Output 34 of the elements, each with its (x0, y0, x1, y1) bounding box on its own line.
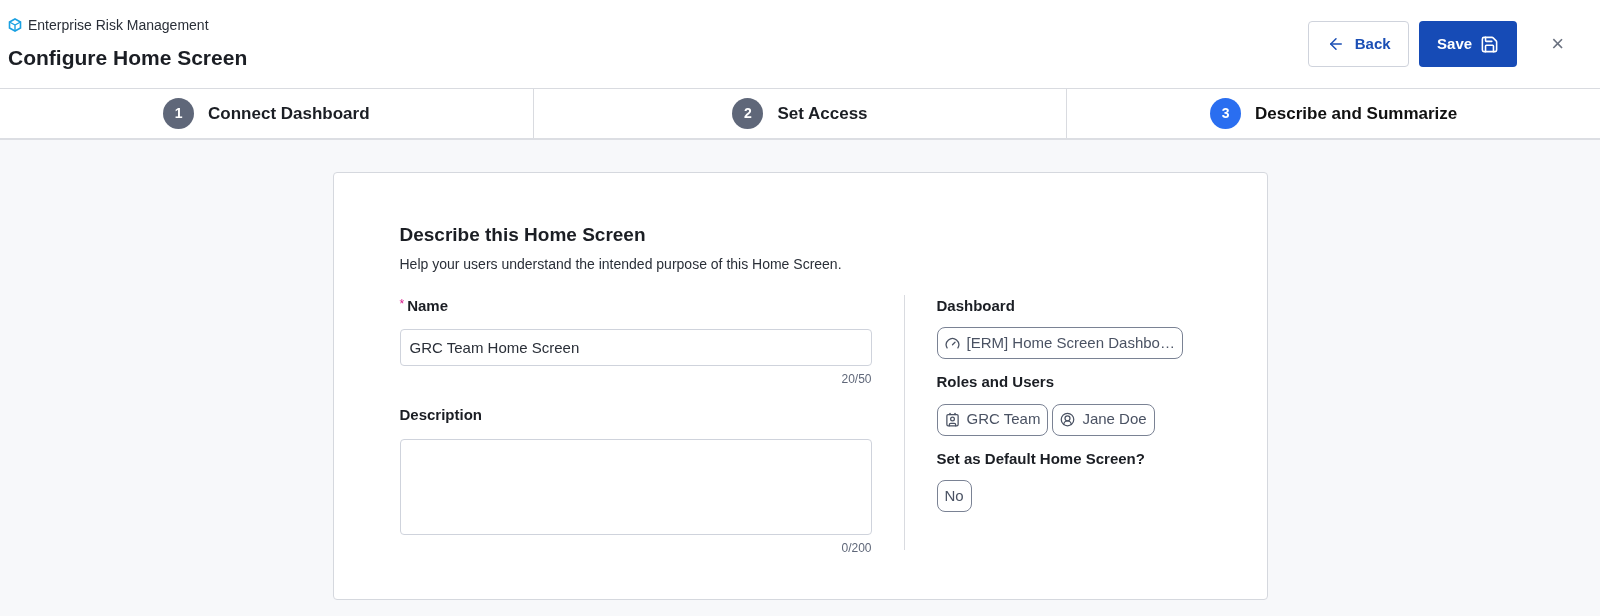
form-heading: Describe this Home Screen (399, 223, 647, 247)
step-label: Connect Dashboard (208, 102, 370, 125)
summary-tag: Jane Doe (1052, 403, 1155, 436)
step-tab[interactable]: 3 Describe and Summarize (1066, 89, 1600, 138)
save-button[interactable]: Save (1419, 21, 1518, 67)
step-tab[interactable]: 1 Connect Dashboard (0, 89, 533, 138)
required-mark: * (399, 295, 405, 313)
step-number: 2 (732, 98, 764, 129)
summary-label: Roles and Users (936, 372, 1056, 392)
back-button[interactable]: Back (1308, 21, 1410, 67)
field-label: Description (399, 405, 482, 425)
close-button[interactable]: × (1551, 33, 1564, 55)
id-card-icon (944, 412, 960, 427)
name-field[interactable]: GRC Team Home Screen (399, 329, 872, 366)
character-counter: 20/50 (841, 371, 872, 388)
step-tab[interactable]: 2 Set Access (532, 89, 1067, 138)
summary-tag: [ERM] Home Screen Dashbo… (936, 327, 1183, 359)
app-name: Enterprise Risk Management (28, 15, 209, 35)
summary-label: Set as Default Home Screen? (936, 448, 1146, 469)
form-subheading: Help your users understand the intended purpose of this Home Screen. (399, 254, 843, 274)
cube-logo-icon (8, 18, 22, 33)
summary-label: Dashboard (936, 295, 1016, 316)
summary-tag: GRC Team (936, 403, 1049, 436)
step-label: Describe and Summarize (1255, 102, 1458, 125)
description-field[interactable] (399, 438, 872, 535)
gauge-icon (944, 335, 960, 351)
character-counter: 0/200 (841, 539, 872, 557)
step-label: Set Access (777, 102, 868, 125)
field-label: Name (407, 295, 449, 316)
user-icon (1060, 412, 1076, 427)
page-title: Configure Home Screen (8, 44, 248, 71)
step-number: 3 (1210, 98, 1242, 129)
step-number: 1 (163, 98, 195, 129)
summary-tag: No (936, 480, 972, 512)
